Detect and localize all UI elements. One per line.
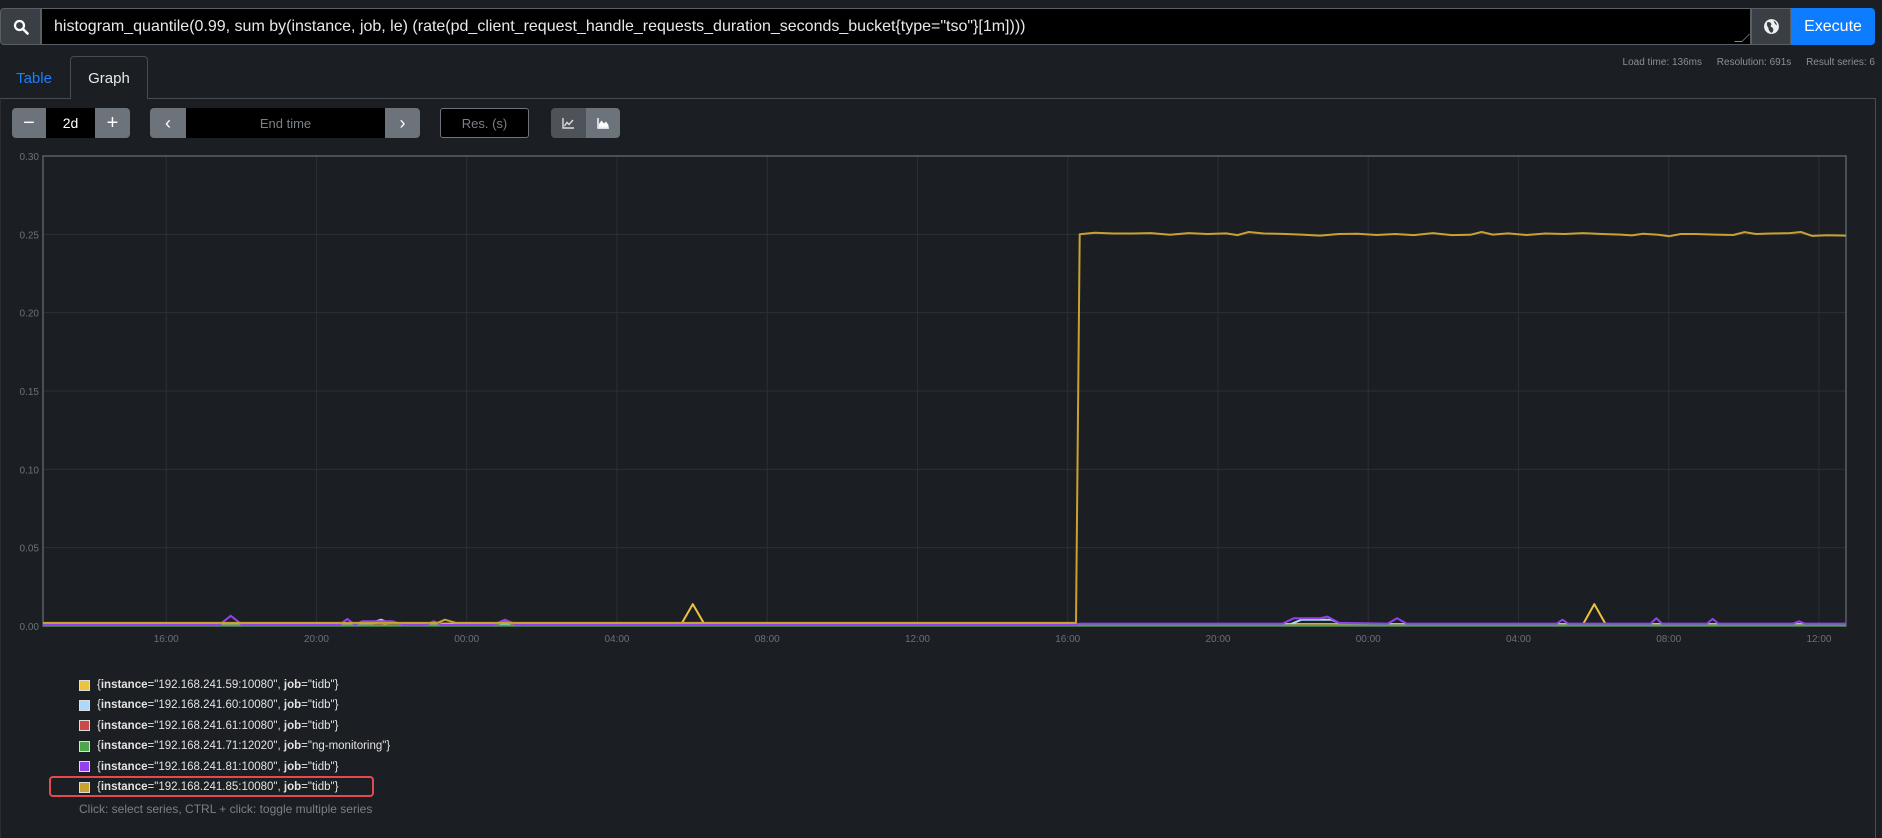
line-chart-icon	[562, 117, 574, 129]
resolution: Resolution: 691s	[1716, 57, 1792, 68]
x-tick-label: 08:00	[1656, 634, 1681, 645]
x-tick-label: 00:00	[454, 634, 479, 645]
load-time: Load time: 136ms	[1622, 57, 1703, 68]
query-expression-input[interactable]: histogram_quantile(0.99, sum by(instance…	[41, 8, 1751, 45]
query-stats: Load time: 136ms Resolution: 691s Result…	[1611, 57, 1875, 68]
legend-help-text: Click: select series, CTRL + click: togg…	[79, 802, 373, 816]
y-tick-label: 0.05	[20, 544, 40, 555]
search-icon	[13, 19, 29, 35]
tab-table[interactable]: Table	[4, 58, 64, 98]
graph-chart[interactable]: 0.00 0.05 0.10 0.15 0.20 0.25 0.30 16:00 20:00 00…	[0, 145, 1882, 655]
series-color-swatch	[79, 720, 90, 732]
legend-label: {instance="192.168.241.71:12020", job="n…	[97, 740, 391, 753]
query-text: histogram_quantile(0.99, sum by(instance…	[54, 18, 1026, 35]
globe-icon	[1763, 19, 1779, 34]
legend-item[interactable]: {instance="192.168.241.61:10080", job="t…	[79, 717, 338, 735]
x-tick-label: 20:00	[304, 634, 329, 645]
x-tick-label: 04:00	[604, 634, 629, 645]
x-tick-label: 08:00	[755, 634, 780, 645]
legend-item[interactable]: {instance="192.168.241.60:10080", job="t…	[79, 696, 338, 714]
legend-item[interactable]: {instance="192.168.241.71:12020", job="n…	[79, 737, 390, 755]
execute-button[interactable]: Execute	[1791, 8, 1875, 45]
increase-range-button[interactable]: +	[95, 108, 130, 138]
x-tick-label: 12:00	[1806, 634, 1831, 645]
stacked-chart-button[interactable]	[586, 108, 620, 138]
y-tick-label: 0.30	[20, 152, 40, 163]
series-color-swatch	[79, 699, 90, 711]
legend-item[interactable]: {instance="192.168.241.59:10080", job="t…	[79, 676, 338, 694]
x-tick-label: 00:00	[1356, 634, 1381, 645]
legend-label: {instance="192.168.241.81:10080", job="t…	[97, 760, 339, 773]
legend-item[interactable]: {instance="192.168.241.81:10080", job="t…	[79, 758, 338, 776]
previous-time-button[interactable]: ‹	[150, 108, 186, 138]
decrease-range-button[interactable]: −	[12, 108, 46, 138]
series-color-swatch	[79, 740, 90, 752]
y-tick-label: 0.20	[20, 309, 40, 320]
x-tick-label: 20:00	[1205, 634, 1230, 645]
next-time-button[interactable]: ›	[385, 108, 420, 138]
legend-label: {instance="192.168.241.61:10080", job="t…	[97, 719, 339, 732]
result-series: Result series: 6	[1806, 57, 1875, 68]
resolution-input[interactable]: Res. (s)	[440, 108, 529, 138]
y-tick-label: 0.15	[20, 387, 40, 398]
stacked-chart-icon	[596, 117, 609, 129]
highlight-box	[49, 776, 374, 797]
x-tick-label: 04:00	[1506, 634, 1531, 645]
end-time-input[interactable]: End time	[186, 108, 385, 138]
legend-label: {instance="192.168.241.60:10080", job="t…	[97, 699, 339, 712]
legend-label: {instance="192.168.241.59:10080", job="t…	[97, 679, 339, 691]
y-tick-label: 0.25	[20, 230, 40, 241]
tab-graph[interactable]: Graph	[70, 56, 148, 99]
metrics-explorer-button[interactable]	[1751, 8, 1791, 45]
x-tick-label: 16:00	[1055, 634, 1080, 645]
series-line-5	[43, 231, 1847, 624]
series-color-swatch	[79, 761, 90, 773]
resize-handle[interactable]	[1734, 34, 1750, 42]
series-line-0	[43, 603, 1846, 626]
range-input[interactable]: 2d	[46, 108, 95, 138]
series-color-swatch	[79, 679, 90, 691]
search-button[interactable]	[0, 8, 41, 45]
x-tick-label: 12:00	[905, 634, 930, 645]
y-tick-label: 0.00	[20, 622, 40, 633]
y-tick-label: 0.10	[20, 465, 40, 476]
x-tick-label: 16:00	[154, 634, 179, 645]
line-chart-button[interactable]	[551, 108, 586, 138]
